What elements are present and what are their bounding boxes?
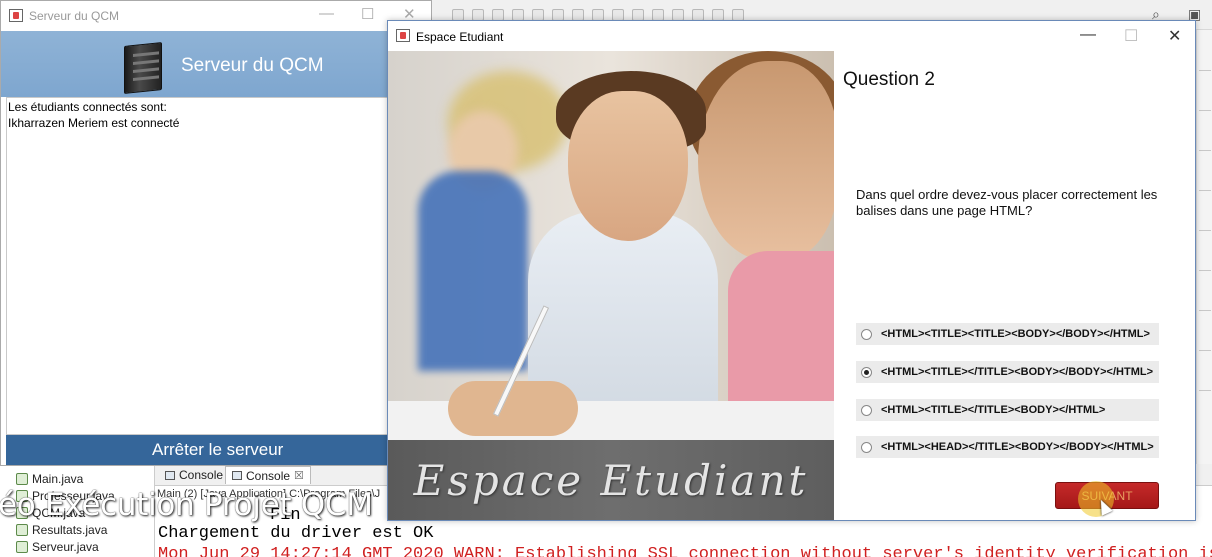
minimize-button[interactable]: —	[319, 5, 334, 22]
server-window: Serveur du QCM — ☐ ✕ Serveur du QCM Les …	[0, 0, 432, 466]
server-icon	[121, 41, 167, 94]
tab-console-active[interactable]: Console ☒	[225, 466, 311, 484]
maximize-button[interactable]: ☐	[1124, 26, 1138, 46]
java-app-icon	[396, 29, 410, 42]
answer-option-selected[interactable]: <HTML><TITLE></TITLE><BODY></BODY></HTML…	[856, 361, 1159, 383]
student-window: Espace Etudiant — ☐ ✕ Espace Etudiant Qu…	[387, 20, 1196, 521]
close-button[interactable]: ✕	[1168, 26, 1181, 46]
server-header-title: Serveur du QCM	[181, 55, 324, 76]
console-line: Chargement du driver est OK	[158, 524, 434, 543]
radio-button[interactable]	[861, 404, 872, 416]
explorer-item[interactable]: Main.java	[16, 471, 83, 487]
explorer-item[interactable]: Resultats.java	[16, 522, 107, 538]
window-title: Espace Etudiant	[416, 30, 504, 44]
answer-option[interactable]: <HTML><TITLE><TITLE><BODY></BODY></HTML>	[856, 323, 1159, 345]
server-titlebar[interactable]: Serveur du QCM — ☐ ✕	[1, 1, 431, 30]
video-caption: éo Exécution Projet QCM	[0, 487, 373, 523]
window-title: Serveur du QCM	[29, 9, 120, 23]
answer-label: <HTML><TITLE></TITLE><BODY></HTML>	[881, 404, 1106, 416]
minimize-button[interactable]: —	[1080, 26, 1096, 44]
radio-button[interactable]	[861, 328, 872, 340]
banner-text: Espace Etudiant	[413, 455, 809, 505]
students-photo	[388, 51, 834, 440]
console-icon	[232, 471, 242, 480]
java-file-icon	[16, 473, 28, 485]
java-file-icon	[16, 541, 28, 553]
espace-etudiant-banner: Espace Etudiant	[388, 440, 834, 520]
answer-option[interactable]: <HTML><HEAD></TITLE><BODY></BODY></HTML>	[856, 436, 1159, 458]
question-text: Dans quel ordre devez-vous placer correc…	[856, 187, 1158, 218]
answer-option[interactable]: <HTML><TITLE></TITLE><BODY></HTML>	[856, 399, 1159, 421]
stop-server-button[interactable]: Arrêter le serveur	[6, 435, 428, 465]
question-title: Question 2	[843, 69, 935, 90]
log-line: Ikharrazen Meriem est connecté	[8, 116, 180, 130]
connected-students-log[interactable]: Les étudiants connectés sont: Ikharrazen…	[6, 97, 389, 435]
maximize-button[interactable]: ☐	[361, 5, 374, 23]
answer-label: <HTML><TITLE></TITLE><BODY></BODY></HTML…	[881, 366, 1154, 378]
student-titlebar[interactable]: Espace Etudiant — ☐ ✕	[388, 21, 1195, 51]
log-line: Les étudiants connectés sont:	[8, 100, 167, 114]
java-app-icon	[9, 9, 23, 22]
answer-label: <HTML><TITLE><TITLE><BODY></BODY></HTML>	[881, 328, 1150, 340]
tab-console[interactable]: Console	[159, 466, 229, 484]
java-file-icon	[16, 524, 28, 536]
console-icon	[165, 470, 175, 480]
close-icon[interactable]: ☒	[294, 469, 304, 482]
radio-button[interactable]	[861, 441, 872, 453]
answer-label: <HTML><HEAD></TITLE><BODY></BODY></HTML>	[881, 441, 1154, 453]
explorer-item[interactable]: Serveur.java	[16, 539, 99, 555]
ide-right-panel	[1196, 30, 1212, 470]
console-warning-line: Mon Jun 29 14:27:14 GMT 2020 WARN: Estab…	[158, 545, 1212, 557]
radio-button-selected[interactable]	[861, 366, 872, 378]
